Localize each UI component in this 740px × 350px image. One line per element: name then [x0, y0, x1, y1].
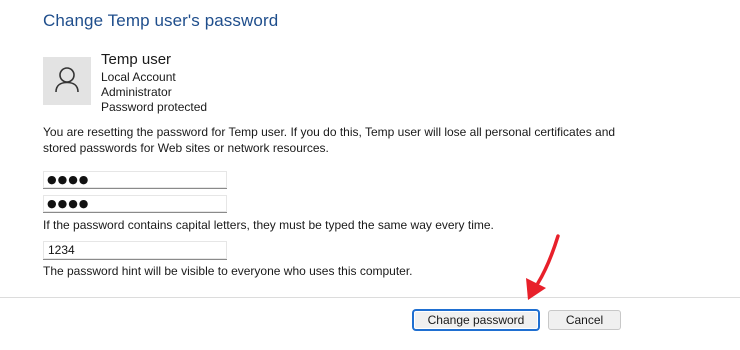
- cancel-button[interactable]: Cancel: [548, 310, 621, 330]
- reset-warning-text: You are resetting the password for Temp …: [43, 125, 616, 155]
- capital-letters-note: If the password contains capital letters…: [43, 218, 494, 232]
- confirm-password-field[interactable]: ●●●●: [43, 195, 227, 213]
- account-name: Temp user: [101, 51, 172, 68]
- account-password-status: Password protected: [101, 100, 208, 114]
- hint-visibility-note: The password hint will be visible to eve…: [43, 264, 413, 278]
- new-password-field[interactable]: ●●●●: [43, 171, 227, 189]
- password-hint-field[interactable]: 1234: [43, 241, 227, 260]
- account-role: Administrator: [101, 85, 172, 99]
- dialog-title: Change Temp user's password: [43, 11, 279, 30]
- user-avatar-icon: [55, 67, 79, 93]
- account-avatar: [43, 57, 91, 105]
- change-password-button[interactable]: Change password: [413, 310, 539, 330]
- footer-divider: [0, 297, 740, 298]
- account-type: Local Account: [101, 70, 176, 84]
